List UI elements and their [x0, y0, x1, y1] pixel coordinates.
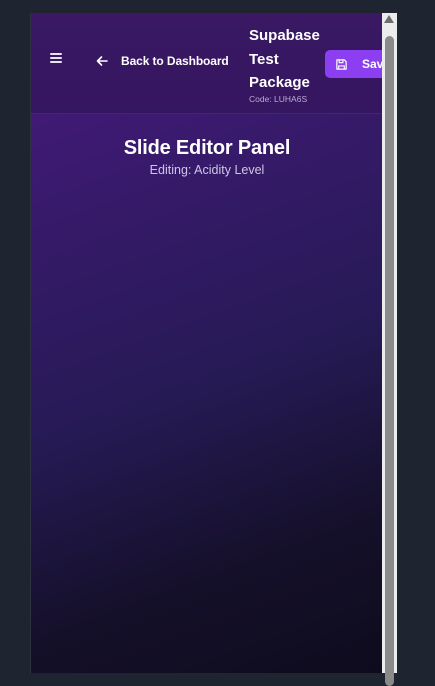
page-title: Slide Editor Panel	[123, 137, 291, 159]
back-to-dashboard-button[interactable]: Back to Dashboard	[95, 51, 229, 71]
save-button[interactable]: Save	[325, 50, 383, 78]
app-frame: Back to Dashboard Supabase Test Package …	[30, 13, 383, 673]
arrow-left-icon	[96, 56, 108, 66]
scroll-up-arrow-icon[interactable]	[384, 15, 394, 23]
page-header: Slide Editor Panel Editing: Acidity Leve…	[31, 137, 383, 177]
menu-icon[interactable]	[50, 53, 64, 65]
top-bar: Back to Dashboard Supabase Test Package …	[31, 13, 383, 114]
back-to-dashboard-label: Back to Dashboard	[121, 54, 229, 68]
package-code: Code: LUHA6S	[249, 93, 308, 104]
page-subtitle: Editing: Acidity Level	[149, 163, 265, 177]
vertical-scrollbar[interactable]	[382, 13, 397, 686]
scrollbar-thumb[interactable]	[385, 36, 394, 686]
save-button-label: Save	[362, 57, 383, 71]
floppy-disk-icon	[336, 58, 347, 70]
